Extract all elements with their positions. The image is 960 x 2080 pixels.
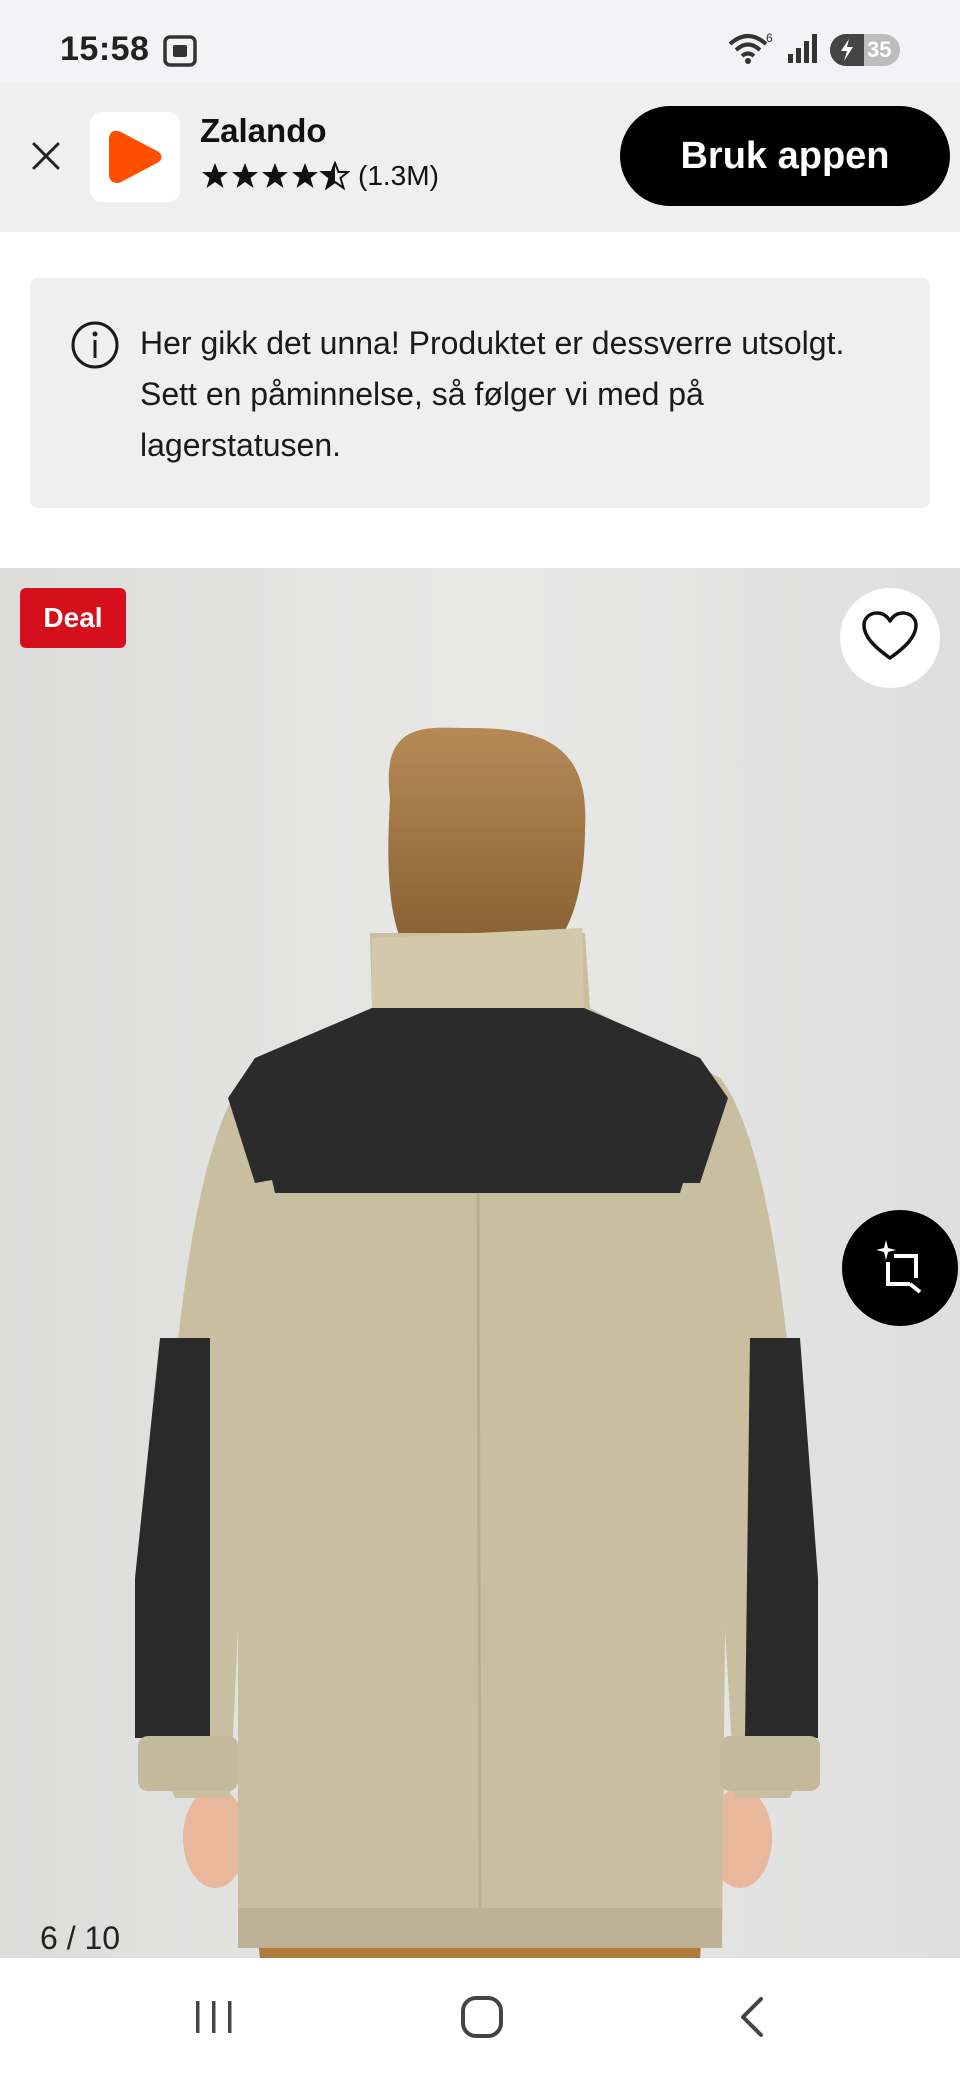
back-button[interactable]	[722, 1994, 782, 2044]
product-image-gallery[interactable]: Deal 6 / 10	[0, 568, 960, 1958]
wishlist-button[interactable]	[840, 588, 940, 688]
signal-icon	[786, 32, 820, 69]
heart-icon	[861, 610, 919, 667]
home-icon	[459, 1994, 505, 2045]
zalando-logo	[90, 112, 180, 202]
product-photo	[0, 568, 960, 1958]
home-button[interactable]	[452, 1994, 512, 2044]
notice-text: Her gikk det unna! Produktet er dessverr…	[140, 325, 845, 463]
screenshot-icon	[162, 34, 198, 68]
rating-count: (1.3M)	[358, 160, 439, 191]
status-time: 15:58	[60, 30, 150, 68]
info-icon	[70, 320, 120, 370]
deal-badge: Deal	[20, 588, 126, 648]
image-counter: 6 / 10	[40, 1920, 121, 1956]
visual-search-button[interactable]	[842, 1210, 958, 1326]
app-name: Zalando	[200, 112, 327, 149]
charging-icon	[830, 34, 864, 66]
battery-percent: 35	[867, 37, 892, 62]
system-nav-bar	[0, 1958, 960, 2080]
app-install-banner: Zalando (1.3M) Bruk appen	[0, 82, 960, 232]
rating-stars	[200, 161, 350, 191]
status-bar: 15:58 6 35	[0, 0, 960, 82]
recent-apps-button[interactable]	[184, 1994, 244, 2044]
sold-out-notice: Her gikk det unna! Produktet er dessverr…	[30, 278, 930, 508]
wifi-icon: 6	[726, 30, 776, 71]
battery-indicator: 35	[830, 34, 900, 66]
status-icons: 6 35	[726, 30, 900, 71]
back-icon	[735, 1995, 769, 2044]
open-app-button[interactable]: Bruk appen	[620, 106, 950, 206]
close-icon[interactable]	[28, 138, 64, 174]
app-rating: (1.3M)	[200, 160, 439, 192]
wifi-badge: 6	[766, 31, 773, 45]
recent-apps-icon	[192, 1997, 236, 2042]
sparkle-crop-icon	[872, 1238, 928, 1299]
